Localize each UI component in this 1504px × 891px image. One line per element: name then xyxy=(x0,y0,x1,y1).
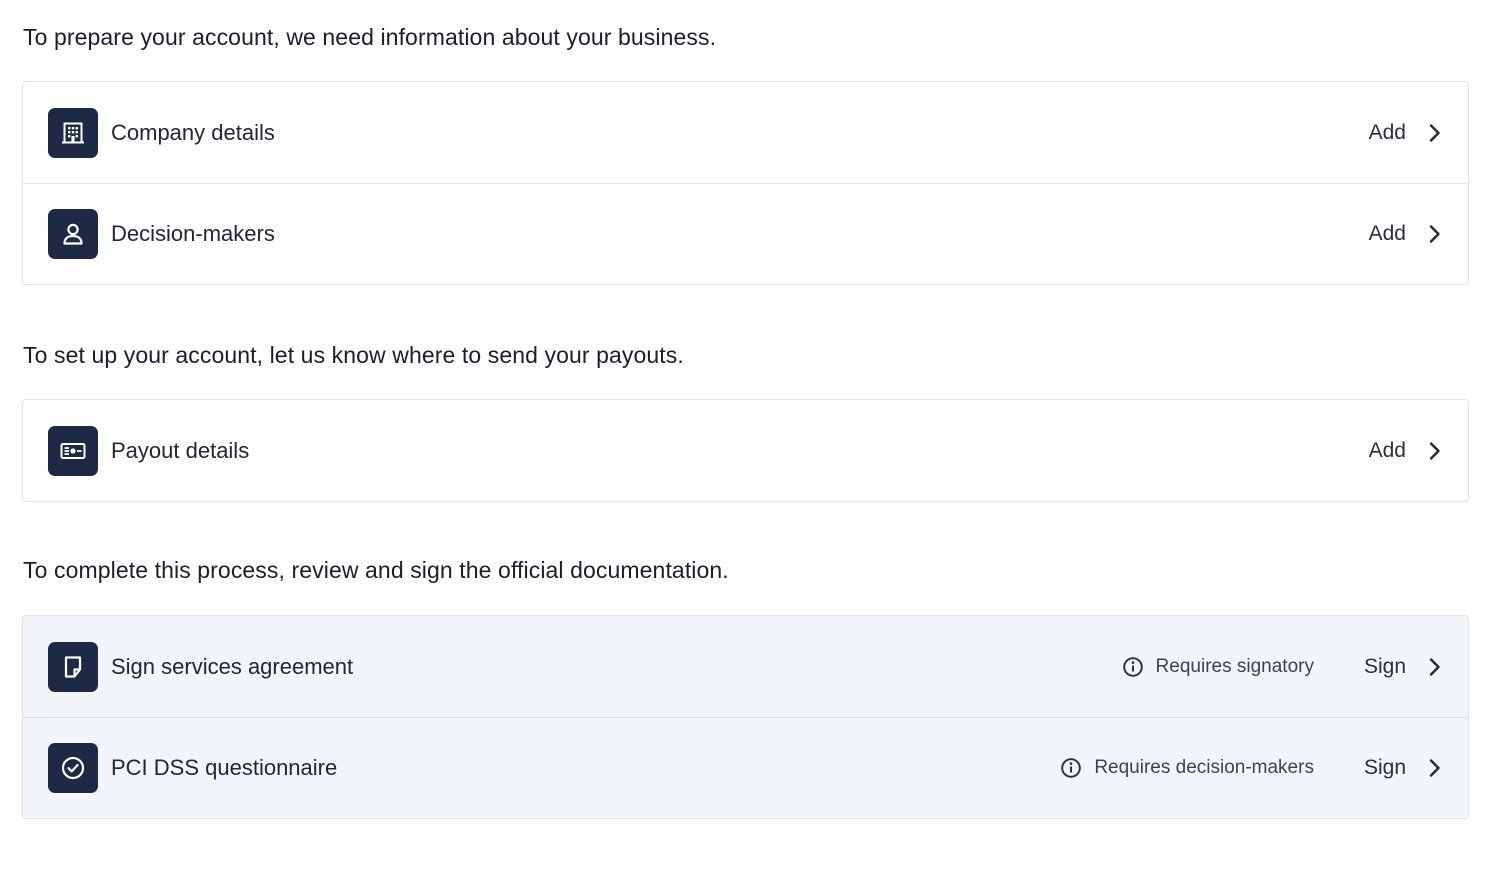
add-button[interactable]: Add xyxy=(1369,121,1406,145)
section-heading-payouts: To set up your account, let us know wher… xyxy=(23,342,684,368)
business-info-card: Company details Add Decision-makers Add xyxy=(22,81,1469,285)
row-label: Sign services agreement xyxy=(111,653,354,679)
chevron-right-icon xyxy=(1429,123,1440,142)
sign-button[interactable]: Sign xyxy=(1364,655,1406,679)
sign-services-agreement-row[interactable]: Sign services agreement Requires signato… xyxy=(23,616,1468,717)
payout-card: Payout details Add xyxy=(22,399,1469,502)
decision-makers-row[interactable]: Decision-makers Add xyxy=(23,183,1468,284)
company-details-row[interactable]: Company details Add xyxy=(23,82,1468,183)
add-button[interactable]: Add xyxy=(1369,439,1406,463)
chevron-right-icon xyxy=(1429,441,1440,460)
add-button[interactable]: Add xyxy=(1369,222,1406,246)
person-icon xyxy=(48,209,98,259)
status-text: Requires signatory xyxy=(1155,655,1314,677)
chevron-right-icon xyxy=(1429,225,1440,243)
sign-button[interactable]: Sign xyxy=(1364,756,1406,780)
section-heading-documentation: To complete this process, review and sig… xyxy=(23,557,729,583)
status-text: Requires decision-makers xyxy=(1094,757,1314,778)
documentation-card: Sign services agreement Requires signato… xyxy=(22,615,1469,819)
payout-details-row[interactable]: Payout details Add xyxy=(23,400,1468,501)
section-heading-business: To prepare your account, we need informa… xyxy=(23,24,717,50)
check-circle-icon xyxy=(48,743,98,793)
document-icon xyxy=(48,641,98,692)
building-icon xyxy=(48,107,98,158)
info-icon xyxy=(1122,656,1143,677)
chevron-right-icon xyxy=(1429,657,1440,676)
chevron-right-icon xyxy=(1429,759,1440,777)
row-label: Decision-makers xyxy=(111,221,275,246)
status-badge: Requires decision-makers xyxy=(1060,757,1314,779)
bank-card-icon xyxy=(48,425,98,476)
onboarding-page: To prepare your account, we need informa… xyxy=(0,0,1504,891)
info-icon xyxy=(1061,758,1082,778)
pci-dss-questionnaire-row[interactable]: PCI DSS questionnaire Requires decision-… xyxy=(23,717,1468,818)
status-badge: Requires signatory xyxy=(1122,656,1314,678)
row-label: Payout details xyxy=(111,437,250,463)
row-label: Company details xyxy=(111,119,275,145)
row-label: PCI DSS questionnaire xyxy=(111,755,338,780)
